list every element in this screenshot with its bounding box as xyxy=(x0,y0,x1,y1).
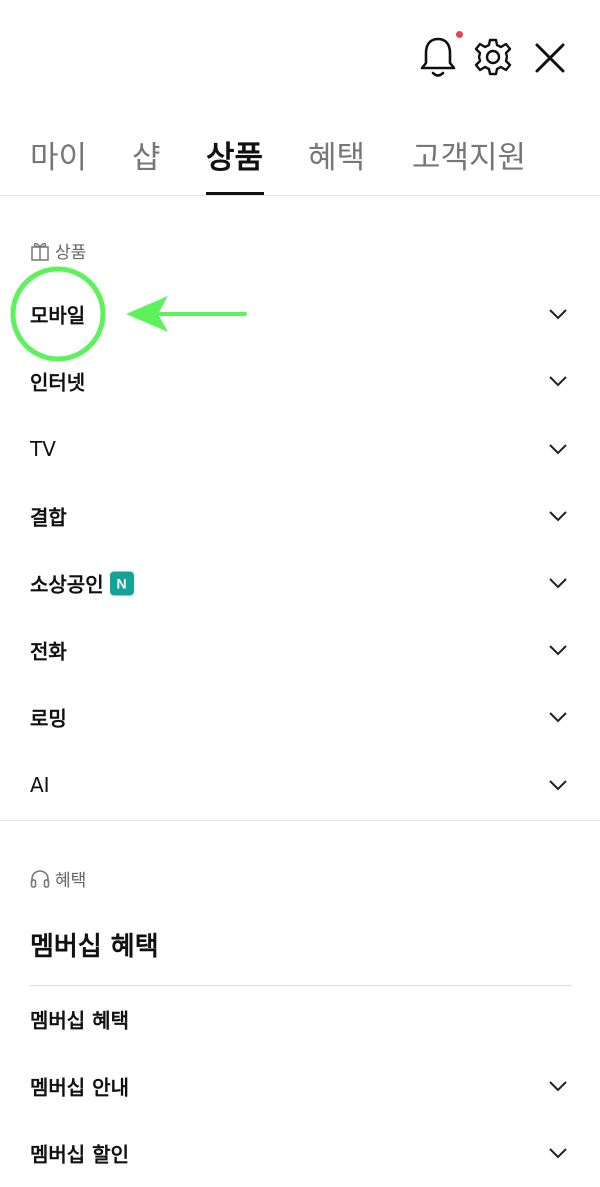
menu-item-label-wrap: 소상공인 N xyxy=(30,569,134,598)
menu-item-ai[interactable]: AI xyxy=(0,752,600,818)
products-section-text: 상품 xyxy=(55,243,87,263)
chevron-down-icon[interactable] xyxy=(548,644,568,656)
menu-item-label: 멤버십 안내 xyxy=(30,1075,129,1100)
chevron-down-icon[interactable] xyxy=(548,443,568,455)
chevron-down-icon[interactable] xyxy=(548,510,568,522)
menu-item-label: 로밍 xyxy=(30,706,67,731)
tab-support[interactable]: 고객지원 xyxy=(412,138,526,178)
menu-item-phone[interactable]: 전화 xyxy=(0,617,600,683)
menu-item-membership-guide[interactable]: 멤버십 안내 xyxy=(0,1053,600,1119)
category-tabs: 마이 샵 상품 혜택 고객지원 xyxy=(0,130,600,196)
menu-item-internet[interactable]: 인터넷 xyxy=(0,348,600,414)
menu-item-label: AI xyxy=(30,773,50,797)
tab-my[interactable]: 마이 xyxy=(30,138,87,178)
membership-heading: 멤버십 혜택 xyxy=(30,932,159,962)
chevron-down-icon[interactable] xyxy=(548,1080,568,1092)
active-tab-indicator xyxy=(206,192,264,195)
new-badge: N xyxy=(109,571,134,595)
section-divider xyxy=(0,820,600,821)
top-bar xyxy=(0,0,600,110)
menu-item-label: 전화 xyxy=(30,639,67,664)
chevron-down-icon[interactable] xyxy=(548,308,568,320)
chevron-down-icon[interactable] xyxy=(548,577,568,589)
menu-item-mobile[interactable]: 모바일 xyxy=(0,281,600,347)
chevron-down-icon[interactable] xyxy=(548,779,568,791)
menu-item-label: 결합 xyxy=(30,505,67,530)
chevron-down-icon[interactable] xyxy=(548,1147,568,1159)
gift-icon xyxy=(29,240,51,262)
headphones-icon xyxy=(29,868,51,890)
menu-item-tv[interactable]: TV xyxy=(0,416,600,482)
tab-shop[interactable]: 샵 xyxy=(132,138,161,178)
benefits-section-text: 혜택 xyxy=(55,871,87,891)
chevron-down-icon[interactable] xyxy=(548,375,568,387)
chevron-down-icon[interactable] xyxy=(548,711,568,723)
menu-item-label: 멤버십 혜택 xyxy=(30,1008,129,1033)
menu-item-small-business[interactable]: 소상공인 N xyxy=(0,550,600,616)
menu-item-roaming[interactable]: 로밍 xyxy=(0,684,600,750)
menu-item-membership-discount[interactable]: 멤버십 할인 xyxy=(0,1120,600,1186)
benefits-section-label: 혜택 xyxy=(29,866,86,891)
menu-item-label: 멤버십 할인 xyxy=(30,1142,129,1167)
menu-item-label: TV xyxy=(30,437,56,461)
menu-item-bundle[interactable]: 결합 xyxy=(0,483,600,549)
menu-item-membership-benefits[interactable]: 멤버십 혜택 xyxy=(0,986,600,1052)
menu-item-label: 인터넷 xyxy=(30,370,86,395)
menu-item-label: 소상공인 xyxy=(30,572,104,597)
tab-products[interactable]: 상품 xyxy=(206,138,263,178)
products-section-label: 상품 xyxy=(29,238,86,263)
notification-dot xyxy=(456,31,463,38)
bell-icon[interactable] xyxy=(416,34,460,80)
gear-icon[interactable] xyxy=(472,36,514,78)
menu-item-label: 모바일 xyxy=(30,303,86,328)
tab-benefits[interactable]: 혜택 xyxy=(308,138,365,178)
close-icon[interactable] xyxy=(530,38,570,78)
